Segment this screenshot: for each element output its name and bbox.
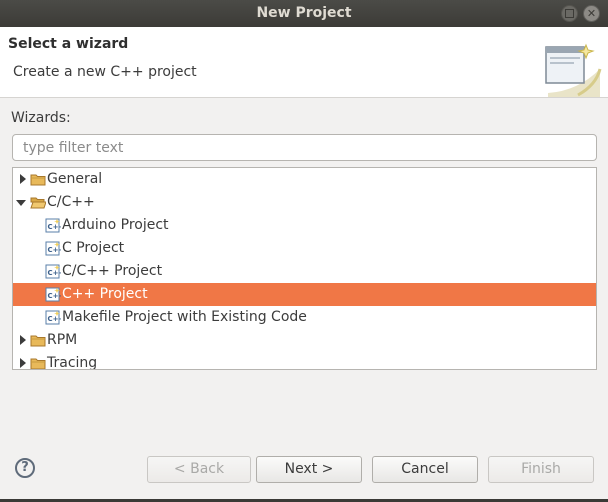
tree-item-label: Arduino Project — [62, 217, 169, 233]
tree-item-c-project[interactable]: C++ C Project — [13, 237, 596, 260]
next-button[interactable]: Next > — [256, 456, 362, 483]
svg-text:C++: C++ — [48, 315, 62, 323]
folder-icon — [30, 174, 46, 186]
cpp-project-icon: C++ — [45, 241, 61, 256]
back-button[interactable]: < Back — [147, 456, 251, 483]
tree-item-c-cpp-project[interactable]: C++ C/C++ Project — [13, 260, 596, 283]
tree-item-label: RPM — [47, 332, 78, 348]
close-button[interactable]: ✕ — [583, 5, 600, 22]
wizards-label: Wizards: — [11, 110, 71, 126]
wizard-tree[interactable]: General C/C++ C++ Arduino Project C++ — [12, 167, 597, 370]
cpp-project-icon: C++ — [45, 218, 61, 233]
wizard-header: Select a wizard Create a new C++ project — [0, 27, 608, 98]
expand-arrow-icon[interactable] — [17, 168, 29, 191]
tree-item-rpm[interactable]: RPM — [13, 329, 596, 352]
help-icon[interactable]: ? — [15, 458, 35, 478]
tree-item-general[interactable]: General — [13, 168, 596, 191]
tree-item-arduino-project[interactable]: C++ Arduino Project — [13, 214, 596, 237]
tree-item-label: C/C++ — [47, 194, 95, 210]
tree-item-label: C++ Project — [62, 286, 148, 302]
finish-button[interactable]: Finish — [488, 456, 594, 483]
new-project-dialog: New Project ✕ Select a wizard Create a n… — [0, 0, 608, 502]
folder-icon — [30, 358, 46, 369]
svg-text:C++: C++ — [48, 292, 62, 300]
tree-item-makefile-project[interactable]: C++ Makefile Project with Existing Code — [13, 306, 596, 329]
tree-item-cpp-project[interactable]: C++ C++ Project — [13, 283, 596, 306]
svg-text:C++: C++ — [48, 269, 62, 277]
tree-item-label: General — [47, 171, 103, 187]
header-title: Select a wizard — [8, 36, 129, 52]
expand-arrow-icon[interactable] — [17, 352, 29, 369]
cpp-project-icon: C++ — [45, 264, 61, 279]
title-bar: New Project ✕ — [0, 0, 608, 27]
tree-item-tracing[interactable]: Tracing — [13, 352, 596, 370]
tree-item-label: Tracing — [47, 355, 98, 370]
cancel-button[interactable]: Cancel — [372, 456, 478, 483]
svg-text:C++: C++ — [48, 223, 62, 231]
expand-arrow-icon[interactable] — [17, 329, 29, 352]
filter-input[interactable] — [12, 134, 597, 161]
folder-open-icon — [30, 197, 46, 209]
tree-item-label: C Project — [62, 240, 125, 256]
header-description: Create a new C++ project — [13, 64, 197, 80]
folder-icon — [30, 335, 46, 347]
window-title: New Project — [256, 5, 352, 21]
collapse-arrow-icon[interactable] — [15, 191, 27, 214]
cpp-project-icon: C++ — [45, 310, 61, 325]
maximize-button[interactable] — [561, 5, 578, 22]
tree-item-label: Makefile Project with Existing Code — [62, 309, 307, 325]
tree-item-label: C/C++ Project — [62, 263, 163, 279]
svg-text:C++: C++ — [48, 246, 62, 254]
wizard-banner-icon — [545, 43, 602, 97]
tree-item-c-cpp[interactable]: C/C++ — [13, 191, 596, 214]
cpp-project-icon: C++ — [45, 287, 61, 302]
